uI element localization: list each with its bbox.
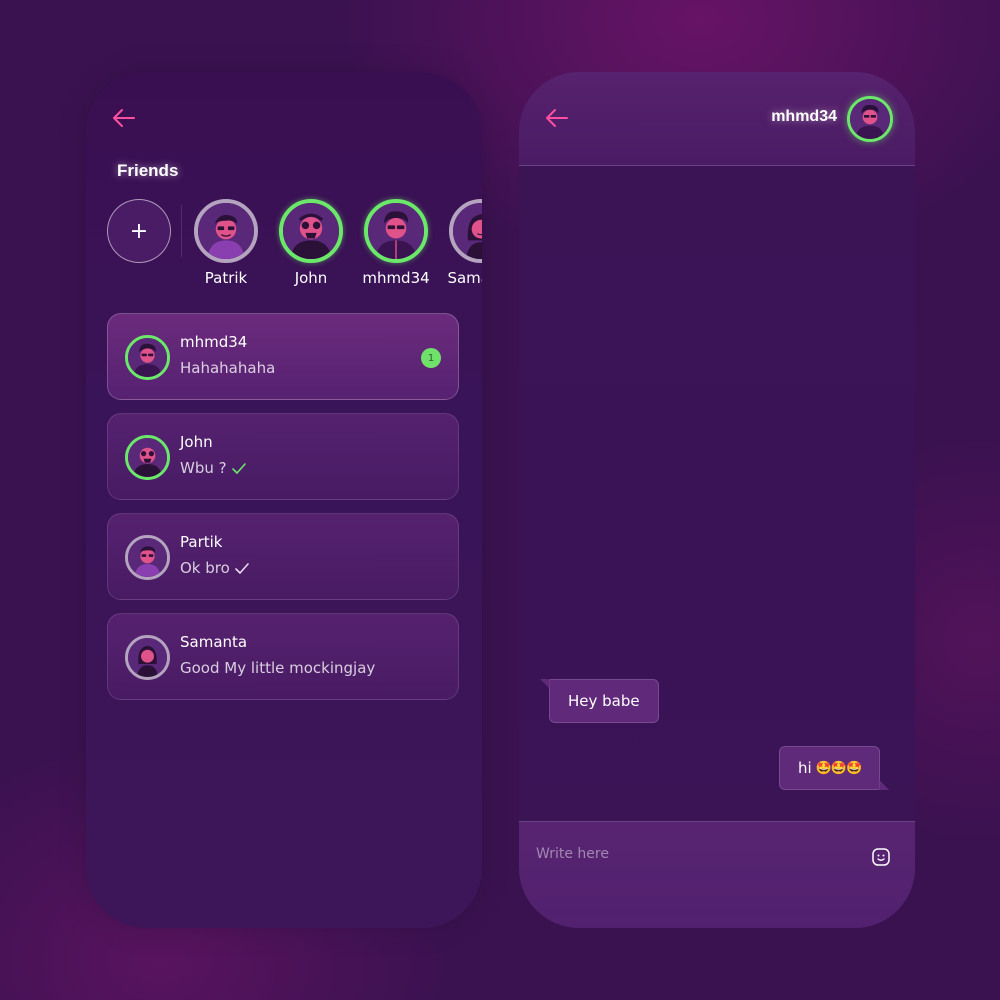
- check-icon: [235, 563, 249, 574]
- check-icon: [231, 463, 246, 474]
- friends-carousel[interactable]: + Patrik John mhmd34 Sam: [107, 199, 482, 295]
- avatar-mhmd34-icon: [850, 99, 890, 139]
- avatar: [279, 199, 343, 263]
- avatar-john-icon: [128, 438, 167, 477]
- conversation-header: mhmd34: [519, 72, 915, 166]
- friend-name: Patrik: [204, 269, 248, 287]
- friend-name: mhmd34: [362, 269, 430, 287]
- avatar: [194, 199, 258, 263]
- message-text: Hey babe: [568, 692, 640, 710]
- chat-item-samanta[interactable]: Samanta Good My little mockingjay: [107, 613, 459, 700]
- avatar: [125, 435, 170, 480]
- chat-item-partik[interactable]: Partik Ok bro: [107, 513, 459, 600]
- friend-name: Samanta: [447, 269, 482, 287]
- chat-list-screen: Friends + Patrik John mhmd34 Sam mhmd34 …: [86, 72, 482, 928]
- chat-last-message: Hahahahaha: [180, 359, 275, 377]
- avatar-john-icon: [283, 203, 339, 259]
- smiley-icon[interactable]: [871, 847, 891, 867]
- back-arrow-icon[interactable]: [543, 106, 571, 130]
- avatar[interactable]: [847, 96, 893, 142]
- chat-item-john[interactable]: John Wbu ?: [107, 413, 459, 500]
- chat-name: Samanta: [180, 633, 248, 651]
- add-friend-button[interactable]: +: [107, 199, 171, 263]
- back-arrow-icon[interactable]: [110, 106, 138, 130]
- avatar: [125, 335, 170, 380]
- friends-divider: [181, 205, 182, 257]
- chat-message-text: Hahahahaha: [180, 359, 276, 377]
- avatar-samanta-icon: [453, 203, 482, 259]
- avatar: [125, 635, 170, 680]
- avatar-mhmd34-icon: [128, 338, 167, 377]
- conversation-screen: mhmd34 Hey babe hi 🤩🤩🤩: [519, 72, 915, 928]
- chat-message-text: Wbu ?: [180, 459, 227, 477]
- avatar-samanta-icon: [128, 638, 167, 677]
- avatar-patrik-icon: [198, 203, 254, 259]
- chat-last-message: Ok bro: [180, 559, 250, 577]
- chat-last-message: Wbu ?: [180, 459, 247, 477]
- message-text: hi: [798, 759, 812, 777]
- emoji-star-struck: 🤩🤩🤩: [815, 760, 863, 776]
- chat-name: John: [180, 433, 213, 451]
- avatar: [449, 199, 482, 263]
- chat-item-mhmd34[interactable]: mhmd34 Hahahahaha 1: [107, 313, 459, 400]
- friends-title: Friends: [117, 161, 179, 180]
- unread-badge: 1: [421, 348, 441, 368]
- friend-mhmd34[interactable]: mhmd34: [354, 199, 438, 287]
- contact-name[interactable]: mhmd34: [771, 108, 837, 126]
- plus-icon: +: [129, 218, 149, 244]
- friend-samanta[interactable]: Samanta: [439, 199, 482, 287]
- chat-message-text: Good My little mockingjay: [180, 659, 376, 677]
- avatar-patrik-icon: [128, 538, 167, 577]
- message-bubble-outgoing[interactable]: hi 🤩🤩🤩: [779, 746, 881, 790]
- friend-name: John: [294, 269, 328, 287]
- chat-message-text: Ok bro: [180, 559, 230, 577]
- chat-name: Partik: [180, 533, 223, 551]
- message-composer: [519, 821, 915, 928]
- message-input[interactable]: [536, 842, 856, 866]
- chat-name: mhmd34: [180, 333, 248, 351]
- message-bubble-incoming[interactable]: Hey babe: [549, 679, 659, 723]
- friend-john[interactable]: John: [269, 199, 353, 287]
- avatar: [125, 535, 170, 580]
- friend-patrik[interactable]: Patrik: [184, 199, 268, 287]
- chat-last-message: Good My little mockingjay: [180, 659, 375, 677]
- avatar-mhmd34-icon: [368, 203, 424, 259]
- avatar: [364, 199, 428, 263]
